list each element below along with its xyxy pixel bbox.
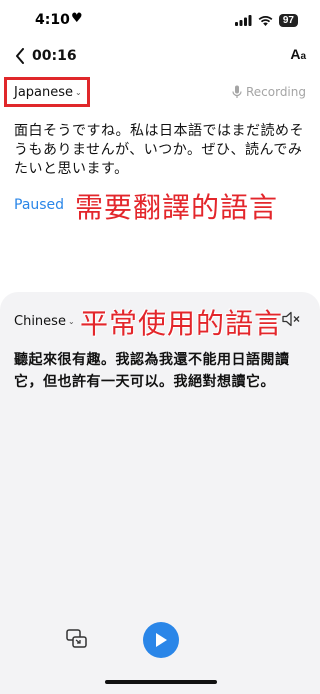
picture-in-picture-icon [66,629,87,648]
bottom-toolbar [0,619,320,663]
picture-in-picture-button[interactable] [66,629,88,651]
chevron-down-icon: ⌄ [67,317,75,326]
source-annotation: 需要翻譯的語言 [75,191,279,224]
back-button[interactable] [10,46,30,66]
speaker-muted-icon [282,311,300,327]
recording-label: Recording [245,85,306,99]
play-icon [156,633,167,647]
source-transcript: 面白そうですね。私は日本語ではまだ読めそうもありませんが、いつか。ぜひ、読んでみ… [14,123,304,177]
font-size-label-big: A [290,46,301,62]
recording-indicator: Recording [232,85,306,99]
cellular-signal-icon [234,14,252,26]
chevron-down-icon: ⌄ [75,87,82,97]
source-language-label: Japanese [14,84,74,100]
microphone-icon [232,85,242,98]
target-annotation: 平常使用的語言 [80,307,284,340]
recording-timer: 00:16 [32,48,77,64]
speaker-toggle-button[interactable] [280,308,302,330]
chevron-left-icon [16,48,24,64]
translation-panel: Chinese ⌄ 平常使用的語言 聽起來很有趣。我認為我還不能用日語閱讀它，但… [0,292,320,694]
play-button[interactable] [143,622,179,658]
paused-status: Paused [14,197,65,213]
heart-icon: ♥ [71,11,83,26]
battery-indicator: 97 [278,13,298,27]
source-language-selector[interactable]: Japanese ⌄ [4,77,90,107]
wifi-icon [258,15,273,26]
home-indicator[interactable] [105,680,217,684]
font-size-label-small: a [300,51,306,62]
target-language-label: Chinese [14,314,66,329]
screen: 4:10 ♥ 97 00:16 Aa Japanese ⌄ Recording … [0,0,320,694]
font-size-button[interactable]: Aa [290,46,306,62]
status-time: 4:10 [35,12,70,28]
target-language-selector[interactable]: Chinese ⌄ [14,314,75,329]
translated-text: 聽起來很有趣。我認為我還不能用日語閱讀它，但也許有一天可以。我絕對想讀它。 [14,352,290,390]
status-indicators: 97 [234,13,298,27]
top-nav: 00:16 Aa [0,40,320,72]
status-bar: 4:10 ♥ 97 [0,0,320,40]
